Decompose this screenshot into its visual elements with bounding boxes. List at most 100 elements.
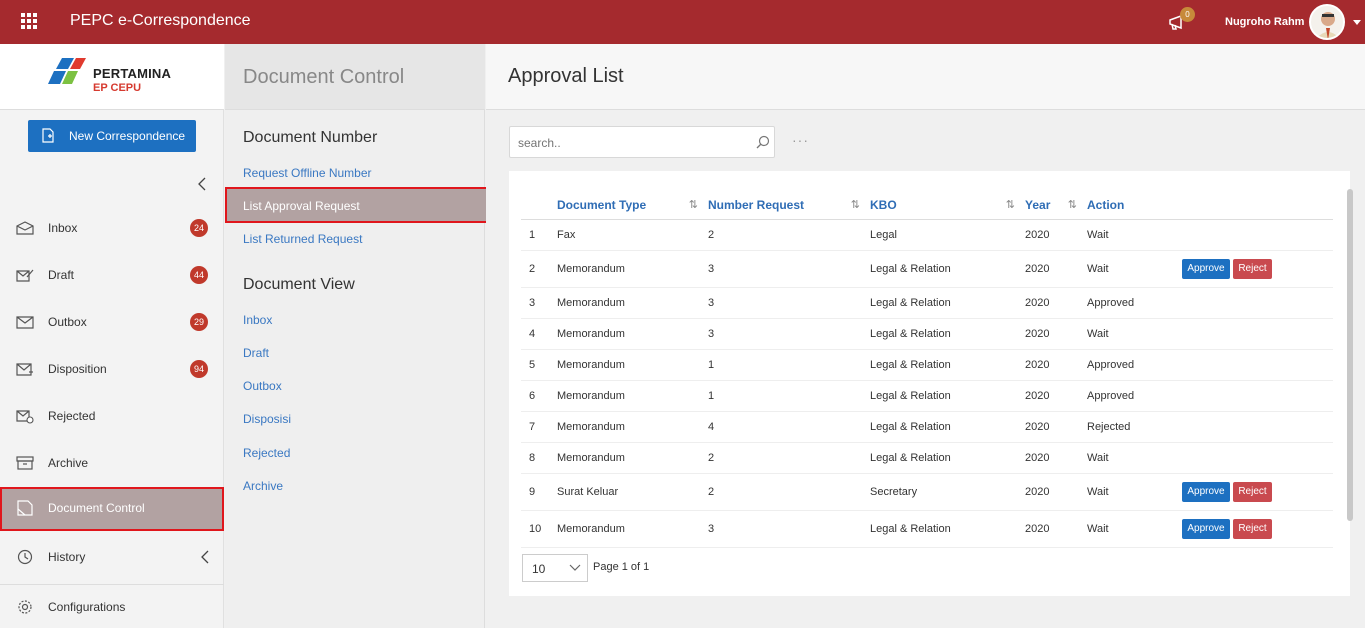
kbo-cell: Secretary — [870, 473, 1025, 511]
row-number: 2 — [521, 250, 557, 288]
history-icon — [17, 549, 33, 565]
link-inbox[interactable]: Inbox — [243, 313, 272, 327]
sidebar-item-label: Document Control — [48, 501, 145, 515]
row-actions — [1182, 318, 1333, 350]
sidebar-item-document-control[interactable]: Document Control — [0, 487, 224, 531]
user-menu-caret-icon[interactable] — [1353, 20, 1361, 25]
disposition-icon — [16, 363, 33, 376]
scrollbar[interactable] — [1347, 189, 1353, 521]
approve-button[interactable]: Approve — [1182, 518, 1230, 539]
sort-icon: ⇅ — [1067, 198, 1077, 211]
reject-button[interactable]: Reject — [1233, 258, 1272, 279]
row-number: 10 — [521, 510, 557, 548]
table-row: 4 Memorandum 3 Legal & Relation 2020 Wait — [521, 318, 1333, 350]
table-row: 8 Memorandum 2 Legal & Relation 2020 Wait — [521, 442, 1333, 474]
row-number: 5 — [521, 349, 557, 381]
row-number: 3 — [521, 287, 557, 319]
col-buttons — [1182, 191, 1333, 220]
new-correspondence-label: New Correspondence — [69, 129, 186, 143]
section-heading: Document Number — [243, 129, 378, 146]
more-options-icon[interactable]: ··· — [792, 132, 809, 148]
status-cell: Approved — [1087, 287, 1182, 319]
kbo-cell: Legal & Relation — [870, 349, 1025, 381]
kbo-cell: Legal & Relation — [870, 510, 1025, 548]
user-name[interactable]: Nugroho Rahm — [1225, 16, 1304, 28]
row-actions — [1182, 411, 1333, 443]
avatar[interactable] — [1309, 4, 1345, 40]
logo-area: PERTAMINA EP CEPU — [0, 44, 224, 110]
panel-title: Document Control — [243, 66, 405, 88]
outbox-icon — [16, 316, 34, 329]
new-correspondence-button[interactable]: New Correspondence — [28, 120, 196, 152]
number-request-cell: 2 — [708, 219, 870, 251]
sidebar-item-rejected[interactable]: Rejected — [0, 395, 224, 439]
document-type-cell: Memorandum — [557, 411, 708, 443]
search-icon[interactable] — [756, 135, 770, 149]
status-cell: Wait — [1087, 473, 1182, 511]
link-label: List Approval Request — [243, 199, 360, 213]
chevron-left-icon[interactable] — [200, 550, 210, 564]
section-heading: Document View — [243, 276, 355, 293]
table-row: 5 Memorandum 1 Legal & Relation 2020 Approved — [521, 349, 1333, 381]
apps-grid-icon[interactable] — [21, 13, 37, 29]
row-number: 4 — [521, 318, 557, 350]
kbo-cell: Legal & Relation — [870, 287, 1025, 319]
sidebar-item-label: Archive — [48, 456, 89, 470]
year-cell: 2020 — [1025, 250, 1087, 288]
sidebar-item-label: Draft — [48, 268, 75, 282]
sidebar-item-label: Configurations — [48, 600, 126, 614]
collapse-chevron-icon[interactable] — [196, 176, 208, 192]
sidebar-item-history[interactable]: History — [0, 536, 224, 580]
col-no — [521, 191, 557, 220]
count-badge: 24 — [190, 219, 208, 237]
approve-button[interactable]: Approve — [1182, 481, 1230, 502]
status-cell: Wait — [1087, 219, 1182, 251]
row-actions: Approve Reject — [1182, 473, 1333, 511]
table-row: 2 Memorandum 3 Legal & Relation 2020 Wait Appr… — [521, 250, 1333, 288]
kbo-cell: Legal & Relation — [870, 250, 1025, 288]
sidebar-item-disposition[interactable]: Disposition 94 — [0, 348, 224, 392]
link-rejected[interactable]: Rejected — [243, 446, 290, 460]
row-number: 7 — [521, 411, 557, 443]
reject-button[interactable]: Reject — [1233, 481, 1272, 502]
row-number: 9 — [521, 473, 557, 511]
reject-button[interactable]: Reject — [1233, 518, 1272, 539]
link-list-returned-request[interactable]: List Returned Request — [243, 232, 362, 246]
gear-icon — [18, 600, 32, 614]
col-document-type[interactable]: Document Type ⇅ — [557, 191, 708, 220]
app-title: PEPC e-Correspondence — [70, 12, 251, 29]
panel-header: Document Control — [225, 44, 485, 110]
left-nav: PERTAMINA EP CEPU New Correspondence Inb… — [0, 44, 224, 628]
document-control-panel: Document Control Document Number Request… — [225, 44, 488, 628]
brand-sub: EP CEPU — [93, 82, 142, 94]
new-document-icon — [42, 128, 54, 143]
year-cell: 2020 — [1025, 442, 1087, 474]
table-row: 6 Memorandum 1 Legal & Relation 2020 Approved — [521, 380, 1333, 412]
link-archive[interactable]: Archive — [243, 479, 283, 493]
row-actions: Approve Reject — [1182, 510, 1333, 548]
sidebar-item-configurations[interactable]: Configurations — [0, 586, 224, 628]
divider — [0, 584, 224, 585]
link-outbox[interactable]: Outbox — [243, 379, 282, 393]
sidebar-item-draft[interactable]: Draft 44 — [0, 254, 224, 298]
link-disposisi[interactable]: Disposisi — [243, 412, 291, 426]
search-input[interactable] — [518, 134, 738, 152]
link-request-offline-number[interactable]: Request Offline Number — [243, 166, 372, 180]
link-list-approval-request[interactable]: List Approval Request — [225, 187, 488, 223]
sidebar-item-archive[interactable]: Archive — [0, 442, 224, 486]
table-row: 7 Memorandum 4 Legal & Relation 2020 Rejected — [521, 411, 1333, 443]
search-box[interactable] — [509, 126, 775, 158]
page-size-select[interactable]: 10 — [522, 554, 588, 582]
sidebar-item-inbox[interactable]: Inbox 24 — [0, 207, 224, 251]
page-info: Page 1 of 1 — [593, 561, 650, 573]
col-number-request[interactable]: Number Request ⇅ — [708, 191, 870, 220]
row-actions — [1182, 219, 1333, 251]
col-year[interactable]: Year ⇅ — [1025, 191, 1087, 220]
link-draft[interactable]: Draft — [243, 346, 269, 360]
year-cell: 2020 — [1025, 510, 1087, 548]
approve-button[interactable]: Approve — [1182, 258, 1230, 279]
col-kbo[interactable]: KBO ⇅ — [870, 191, 1025, 220]
pertamina-logo-icon — [48, 58, 86, 84]
col-action: Action — [1087, 191, 1182, 220]
sidebar-item-outbox[interactable]: Outbox 29 — [0, 301, 224, 345]
